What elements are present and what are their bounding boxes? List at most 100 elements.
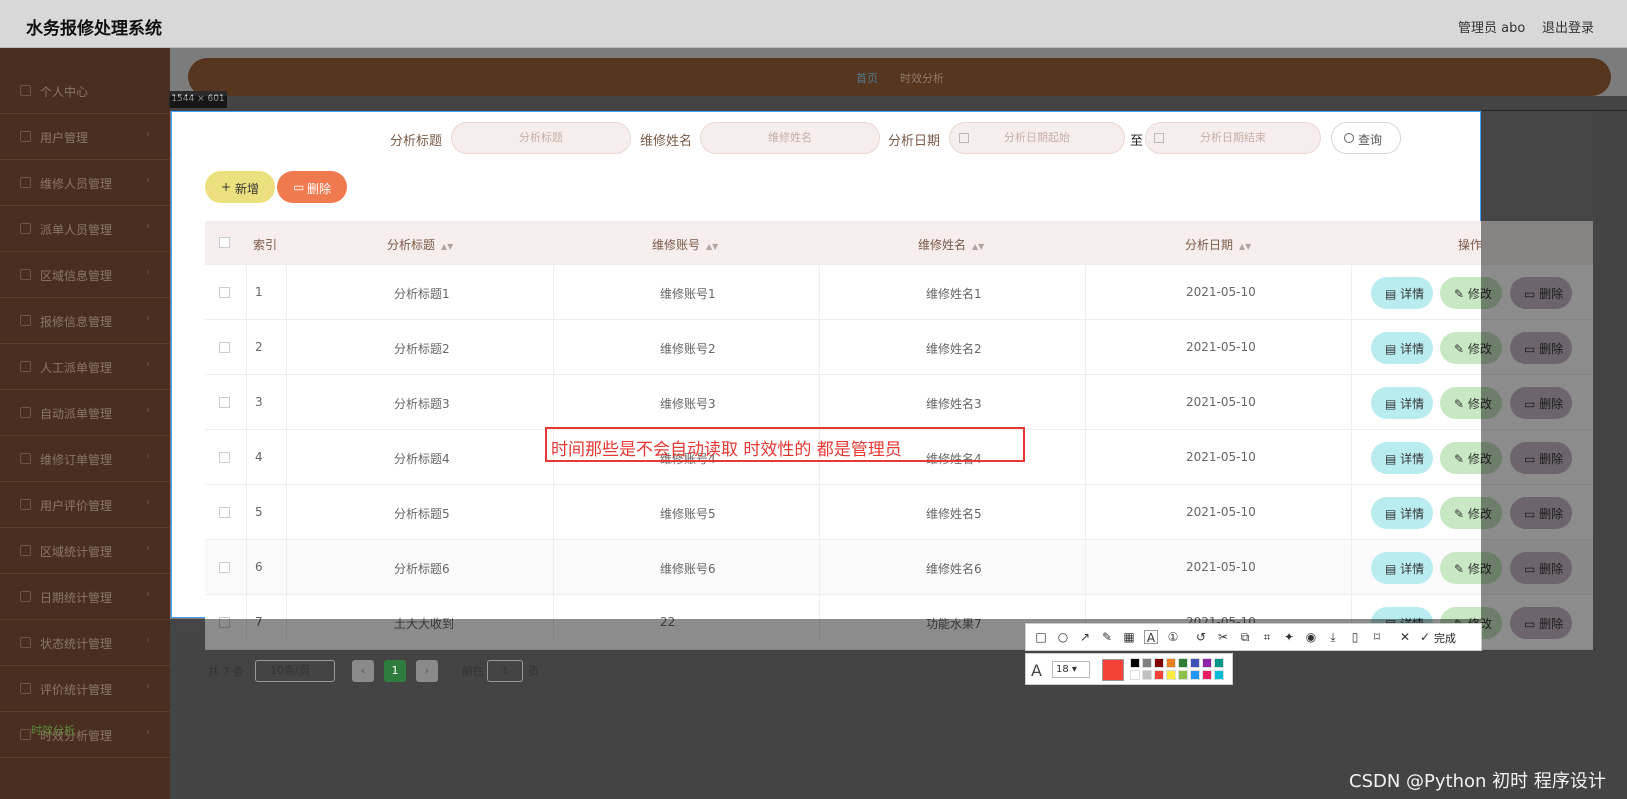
date-end-input[interactable]: 分析日期结束 (1145, 122, 1321, 154)
row-name: 维修姓名5 (926, 507, 982, 521)
name-search-input[interactable]: 维修姓名 (700, 122, 880, 154)
sidebar-item[interactable]: 派单人员管理 › (0, 206, 170, 252)
color-swatch[interactable] (1190, 658, 1200, 668)
watermark: CSDN @Python 初时 程序设计 (1349, 771, 1606, 792)
sidebar-item[interactable]: 维修订单管理 › (0, 436, 170, 482)
pen-icon[interactable]: ✎ (1100, 630, 1114, 644)
logout-link[interactable]: 退出登录 (1542, 17, 1594, 36)
rectangle-icon[interactable]: □ (1034, 630, 1048, 644)
goto-page-input[interactable]: 1 (487, 660, 523, 682)
header-name[interactable]: 维修姓名 ▲▼ (918, 236, 984, 253)
color-swatch[interactable] (1178, 658, 1188, 668)
color-swatch[interactable] (1142, 670, 1152, 680)
color-swatch[interactable] (1202, 670, 1212, 680)
color-swatch[interactable] (1214, 658, 1224, 668)
row-checkbox[interactable] (219, 342, 230, 353)
date-start-input[interactable]: 分析日期起始 (949, 122, 1125, 154)
text-tool-icon[interactable]: A (1144, 630, 1158, 645)
sidebar-item[interactable]: 日期统计管理 › (0, 574, 170, 620)
cut-icon[interactable]: ✂ (1216, 630, 1230, 644)
sidebar-item-label: 报修信息管理 (40, 315, 113, 329)
crop-icon[interactable]: ⌗ (1260, 630, 1274, 644)
chevron-right-icon: › (146, 221, 150, 232)
row-checkbox[interactable] (219, 397, 230, 408)
text-annotation[interactable]: 时间那些是不会自动读取 时效性的 都是管理员 (545, 427, 1025, 462)
mosaic-icon[interactable]: ▦ (1122, 630, 1136, 644)
sidebar-item[interactable]: 用户管理 › (0, 114, 170, 160)
color-swatch[interactable] (1142, 658, 1152, 668)
done-button[interactable]: 完成 (1434, 630, 1456, 646)
color-swatch[interactable] (1166, 658, 1176, 668)
detail-button[interactable]: ▤ 详情 (1371, 387, 1433, 419)
ocr-icon[interactable]: ⧉ (1238, 630, 1252, 644)
phone-icon[interactable]: ▯ (1348, 630, 1362, 644)
color-swatch[interactable] (1202, 658, 1212, 668)
sidebar-item[interactable]: 评价统计管理 › (0, 666, 170, 712)
add-button[interactable]: + 新增 (205, 171, 275, 203)
sidebar-item[interactable]: 自动派单管理 › (0, 390, 170, 436)
row-date: 2021-05-10 (1186, 285, 1256, 299)
prev-page-button[interactable]: ‹ (352, 660, 374, 682)
row-checkbox[interactable] (219, 287, 230, 298)
sidebar-item[interactable]: 个人中心 (0, 68, 170, 114)
sidebar-item[interactable]: 报修信息管理 › (0, 298, 170, 344)
header-account[interactable]: 维修账号 ▲▼ (652, 236, 718, 253)
record-icon[interactable]: ◉ (1304, 630, 1318, 644)
row-date: 2021-05-10 (1186, 340, 1256, 354)
color-swatch[interactable] (1190, 670, 1200, 680)
close-icon[interactable]: ✕ (1398, 630, 1412, 644)
sidebar-item-label: 区域统计管理 (40, 545, 113, 559)
color-swatch[interactable] (1130, 658, 1140, 668)
detail-button[interactable]: ▤ 详情 (1371, 332, 1433, 364)
sidebar-item[interactable]: 状态统计管理 › (0, 620, 170, 666)
sidebar-item[interactable]: 用户评价管理 › (0, 482, 170, 528)
menu-icon (20, 315, 31, 326)
color-swatch[interactable] (1154, 658, 1164, 668)
sidebar-item[interactable]: 区域信息管理 › (0, 252, 170, 298)
select-all-checkbox[interactable] (219, 237, 230, 248)
user-name[interactable]: 管理员 abo (1458, 17, 1525, 36)
color-swatch[interactable] (1178, 670, 1188, 680)
number-icon[interactable]: ① (1166, 630, 1180, 644)
title-search-input[interactable]: 分析标题 (451, 122, 631, 154)
breadcrumb-home[interactable]: 首页 (856, 70, 878, 86)
page-1-button[interactable]: 1 (384, 660, 406, 682)
color-swatch[interactable] (1130, 670, 1140, 680)
header-date[interactable]: 分析日期 ▲▼ (1185, 236, 1251, 253)
sidebar-item[interactable]: 区域统计管理 › (0, 528, 170, 574)
sidebar-item[interactable]: 时效分析管理 › (0, 712, 170, 758)
color-swatch[interactable] (1154, 670, 1164, 680)
sidebar-item[interactable]: 维修人员管理 › (0, 160, 170, 206)
download-icon[interactable]: ⤓ (1326, 630, 1340, 644)
sidebar-item-label: 个人中心 (40, 85, 89, 99)
sidebar-sub-item-active[interactable]: 时效分析 (31, 722, 75, 738)
header-title[interactable]: 分析标题 ▲▼ (387, 236, 453, 253)
menu-icon (20, 361, 31, 372)
pin-icon[interactable]: ✦ (1282, 630, 1296, 644)
page-size-select[interactable]: 10条/页 (255, 660, 335, 682)
row-checkbox[interactable] (219, 507, 230, 518)
font-size-select[interactable]: 18 ▾ (1052, 661, 1090, 678)
current-color-swatch[interactable] (1102, 659, 1124, 681)
bookmark-icon[interactable]: ⌑ (1370, 630, 1384, 644)
goto-label: 前往 (462, 665, 484, 678)
color-swatch[interactable] (1166, 670, 1176, 680)
row-checkbox[interactable] (219, 452, 230, 463)
sidebar-item[interactable]: 人工派单管理 › (0, 344, 170, 390)
batch-delete-button[interactable]: ▭ 删除 (277, 171, 347, 203)
chevron-right-icon: › (146, 681, 150, 692)
arrow-icon[interactable]: ↗ (1078, 630, 1092, 644)
next-page-button[interactable]: › (416, 660, 438, 682)
detail-button[interactable]: ▤ 详情 (1371, 552, 1433, 584)
row-index: 3 (255, 395, 263, 409)
query-button[interactable]: 查询 (1331, 122, 1401, 154)
row-checkbox[interactable] (219, 562, 230, 573)
color-swatch[interactable] (1214, 670, 1224, 680)
check-icon[interactable]: ✓ (1418, 630, 1432, 644)
calendar-icon (1154, 133, 1164, 143)
detail-button[interactable]: ▤ 详情 (1371, 277, 1433, 309)
undo-icon[interactable]: ↺ (1194, 630, 1208, 644)
ellipse-icon[interactable]: ○ (1056, 630, 1070, 644)
detail-button[interactable]: ▤ 详情 (1371, 497, 1433, 529)
detail-button[interactable]: ▤ 详情 (1371, 442, 1433, 474)
